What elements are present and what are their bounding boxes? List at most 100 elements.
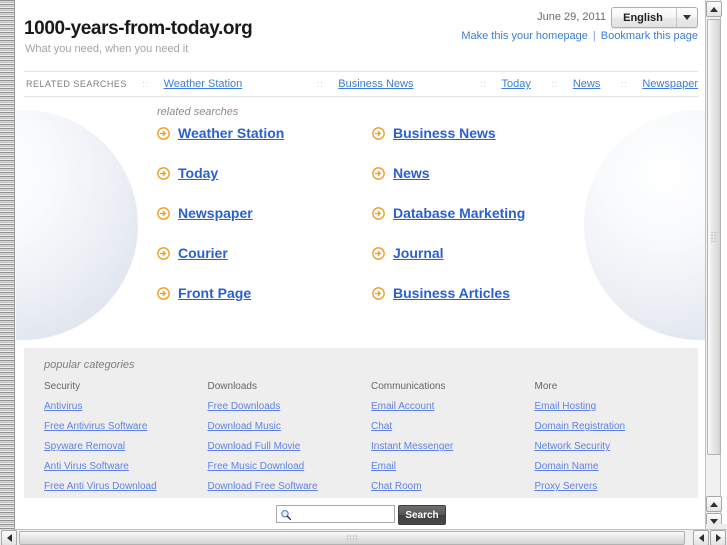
- related-search-item[interactable]: Courier: [157, 245, 372, 261]
- category-link[interactable]: Email Account: [371, 401, 535, 412]
- related-searches-row: Courier Journal: [157, 245, 587, 285]
- search-footer: Search: [16, 505, 706, 530]
- related-bar-link-business-news[interactable]: Business News: [338, 78, 413, 90]
- chevron-down-icon: [676, 8, 697, 27]
- horizontal-scrollbar[interactable]: [0, 529, 727, 545]
- related-search-item[interactable]: Today: [157, 165, 372, 181]
- related-search-item[interactable]: Newspaper: [157, 205, 372, 221]
- related-bar-link-weather-station[interactable]: Weather Station: [164, 78, 243, 90]
- related-search-link-database-marketing[interactable]: Database Marketing: [393, 205, 525, 221]
- make-homepage-link[interactable]: Make this your homepage: [461, 30, 588, 42]
- popular-categories-heading: popular categories: [44, 359, 698, 371]
- category-link[interactable]: Antivirus: [44, 401, 208, 412]
- circled-arrow-right-icon: [372, 207, 385, 220]
- circled-arrow-right-icon: [372, 287, 385, 300]
- triangle-left-icon: [699, 534, 704, 542]
- bar-dot-separator: ::: [465, 79, 501, 89]
- category-link[interactable]: Free Downloads: [208, 401, 372, 412]
- header-link-separator: |: [593, 30, 596, 42]
- decorative-orb-left: [16, 110, 138, 340]
- category-link[interactable]: Chat: [371, 421, 535, 432]
- related-searches-row: Front Page Business Articles: [157, 285, 587, 325]
- related-search-item[interactable]: News: [372, 165, 587, 181]
- related-search-link-weather-station[interactable]: Weather Station: [178, 125, 284, 141]
- scroll-left-button[interactable]: [1, 530, 17, 545]
- related-search-link-news[interactable]: News: [393, 165, 430, 181]
- related-search-link-business-articles[interactable]: Business Articles: [393, 285, 510, 301]
- related-bar-link-news[interactable]: News: [573, 78, 601, 90]
- triangle-down-icon: [710, 519, 718, 524]
- category-link[interactable]: Free Antivirus Software: [44, 421, 208, 432]
- related-search-item[interactable]: Business Articles: [372, 285, 587, 301]
- category-link[interactable]: Domain Registration: [535, 421, 699, 432]
- scrollbar-corner: [706, 524, 727, 529]
- circled-arrow-right-icon: [157, 247, 170, 260]
- scroll-left-button-secondary[interactable]: [693, 530, 709, 545]
- magnifier-icon: [280, 509, 292, 521]
- search-form: Search: [276, 505, 446, 525]
- circled-arrow-right-icon: [157, 207, 170, 220]
- category-title: More: [535, 381, 699, 392]
- category-link[interactable]: Chat Room: [371, 481, 535, 492]
- page-title: 1000-years-from-today.org: [24, 18, 252, 40]
- related-searches-grid: Weather Station Business News: [157, 125, 587, 325]
- related-bar-slot: :: Newspaper: [606, 78, 698, 90]
- category-link[interactable]: Free Anti Virus Download: [44, 481, 208, 492]
- category-title: Security: [44, 381, 208, 392]
- bar-dot-separator: ::: [537, 79, 573, 89]
- category-link[interactable]: Download Full Movie: [208, 441, 372, 452]
- related-search-link-business-news[interactable]: Business News: [393, 125, 496, 141]
- related-search-link-courier[interactable]: Courier: [178, 245, 228, 261]
- related-searches-row: Newspaper Database Marketing: [157, 205, 587, 245]
- category-link[interactable]: Network Security: [535, 441, 699, 452]
- window-left-edge-artifact: [0, 0, 15, 530]
- language-selector-value: English: [612, 12, 676, 24]
- related-search-item[interactable]: Front Page: [157, 285, 372, 301]
- related-searches-row: Weather Station Business News: [157, 125, 587, 165]
- page-header: 1000-years-from-today.org What you need,…: [16, 0, 706, 71]
- related-bar-slot: :: News: [537, 78, 601, 90]
- scroll-right-button[interactable]: [710, 530, 726, 545]
- related-search-item[interactable]: Business News: [372, 125, 587, 141]
- related-search-item[interactable]: Journal: [372, 245, 587, 261]
- category-link[interactable]: Email Hosting: [535, 401, 699, 412]
- search-button[interactable]: Search: [398, 505, 446, 525]
- current-date: June 29, 2011: [537, 11, 606, 23]
- horizontal-scrollbar-thumb[interactable]: [19, 531, 685, 545]
- related-search-link-newspaper[interactable]: Newspaper: [178, 205, 253, 221]
- search-input[interactable]: [295, 507, 393, 521]
- category-link[interactable]: Instant Messenger: [371, 441, 535, 452]
- related-bar-link-newspaper[interactable]: Newspaper: [642, 78, 698, 90]
- scroll-up-button-secondary[interactable]: [706, 496, 722, 512]
- bar-dot-separator: ::: [302, 79, 338, 89]
- bar-dot-separator: ::: [128, 79, 164, 89]
- category-link[interactable]: Domain Name: [535, 461, 699, 472]
- bookmark-page-link[interactable]: Bookmark this page: [601, 30, 698, 42]
- category-link[interactable]: Free Music Download: [208, 461, 372, 472]
- related-bar-link-today[interactable]: Today: [501, 78, 530, 90]
- scroll-up-button[interactable]: [706, 1, 722, 17]
- circled-arrow-right-icon: [372, 127, 385, 140]
- scrollbar-grip-icon: [711, 231, 718, 243]
- vertical-scrollbar-thumb[interactable]: [707, 19, 721, 455]
- related-bar-slot: :: Weather Station: [128, 78, 243, 90]
- category-link[interactable]: Spyware Removal: [44, 441, 208, 452]
- category-title: Downloads: [208, 381, 372, 392]
- triangle-up-icon: [710, 7, 718, 12]
- search-field-wrapper[interactable]: [276, 505, 395, 523]
- category-link[interactable]: Proxy Servers: [535, 481, 699, 492]
- related-search-link-today[interactable]: Today: [178, 165, 218, 181]
- bar-dot-separator: ::: [606, 79, 642, 89]
- related-search-link-front-page[interactable]: Front Page: [178, 285, 251, 301]
- language-selector[interactable]: English: [611, 7, 698, 28]
- category-link[interactable]: Download Music: [208, 421, 372, 432]
- related-search-item[interactable]: Weather Station: [157, 125, 372, 141]
- related-searches-bar-title: RELATED SEARCHES: [24, 79, 128, 89]
- category-link[interactable]: Anti Virus Software: [44, 461, 208, 472]
- related-search-item[interactable]: Database Marketing: [372, 205, 587, 221]
- category-link[interactable]: Email: [371, 461, 535, 472]
- category-link[interactable]: Download Free Software: [208, 481, 372, 492]
- related-search-link-journal[interactable]: Journal: [393, 245, 444, 261]
- vertical-scrollbar[interactable]: [705, 0, 721, 530]
- category-column-security: Security Antivirus Free Antivirus Softwa…: [44, 381, 208, 501]
